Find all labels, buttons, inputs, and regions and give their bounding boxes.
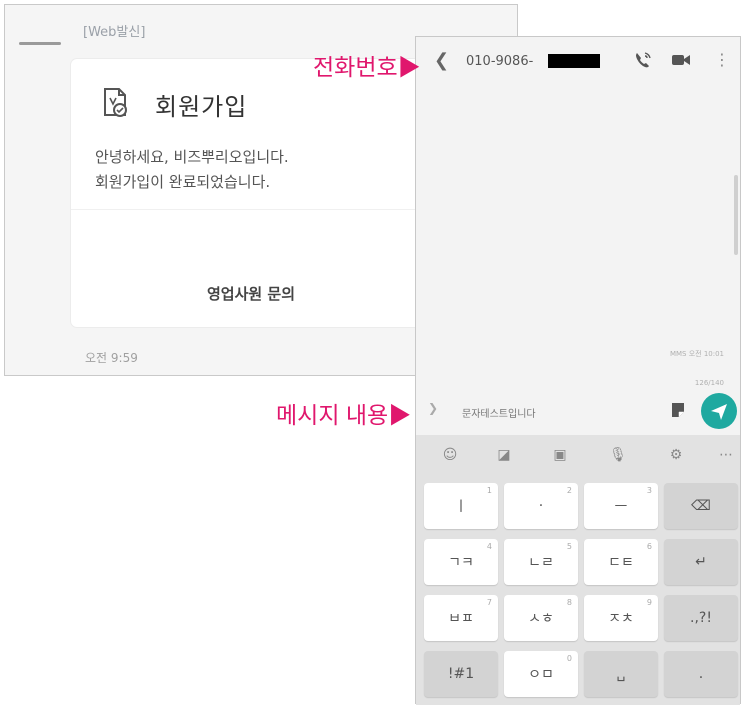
keyboard-more-icon[interactable]: ⋯ <box>716 445 736 465</box>
sales-inquiry-button[interactable]: 영업사원 문의 <box>71 283 431 304</box>
key-0[interactable]: ㅇㅁ 0 <box>504 651 578 697</box>
mic-icon[interactable]: 🎙 <box>608 445 628 465</box>
symbols-key[interactable]: !#1 <box>424 651 498 697</box>
period-key[interactable]: . <box>664 651 738 697</box>
key-3[interactable]: ㅡ3 <box>584 483 658 529</box>
message-bubble: 회원가입 안녕하세요, 비즈뿌리오입니다. 회원가입이 완료되었습니다. 영업사… <box>71 59 431 327</box>
space-key[interactable]: ␣ <box>584 651 658 697</box>
key-8[interactable]: ㅅㅎ 8 <box>504 595 578 641</box>
sticker-icon[interactable] <box>670 401 686 419</box>
message-content-annotation: 메시지 내용▶ <box>276 402 412 428</box>
message-input[interactable] <box>462 395 662 429</box>
chat-area: MMS 오전 10:01 126/140 <box>416 85 740 387</box>
bubble-divider <box>71 209 431 210</box>
scrollbar[interactable] <box>734 175 738 255</box>
message-title: 회원가입 <box>155 93 248 121</box>
enter-key[interactable]: ↵ <box>664 539 738 585</box>
keyboard: ☺ ◪ ▣ 🎙 ⚙ ⋯ ㅣ1 · 2 ㅡ3 ⌫ ㄱㅋ 4 ㄴㄹ 5 ㄷㅌ 6 ↵ ㅂㅍ 7… <box>416 435 740 705</box>
message-body: 안녕하세요, 비즈뿌리오입니다. 회원가입이 완료되었습니다. <box>95 148 289 191</box>
video-call-icon[interactable] <box>672 53 690 67</box>
sent-status: MMS 오전 10:01 <box>669 350 724 358</box>
message-time: 오전 9:59 <box>85 351 138 365</box>
phone-screen: ❮ 010-9086- ⋮ MMS 오전 10:01 126/140 ❯ 문자테… <box>415 36 741 705</box>
phone-number-annotation: 전화번호▶ <box>313 54 421 80</box>
settings-icon[interactable]: ⚙ <box>666 445 686 465</box>
key-1[interactable]: ㅣ1 <box>424 483 498 529</box>
web-sender-label: [Web발신] <box>83 25 146 40</box>
punctuation-key[interactable]: .,?! <box>664 595 738 641</box>
send-icon <box>711 404 727 420</box>
back-icon[interactable]: ❮ <box>434 51 449 71</box>
sticker-toolbar-icon[interactable]: ◪ <box>494 445 514 465</box>
redacted-number-block <box>548 54 600 68</box>
message-composer: ❯ <box>416 387 740 437</box>
document-check-icon <box>104 88 127 117</box>
key-5[interactable]: ㄴㄹ 5 <box>504 539 578 585</box>
key-6[interactable]: ㄷㅌ 6 <box>584 539 658 585</box>
character-count: 126/140 <box>694 379 724 387</box>
send-button[interactable] <box>701 393 737 429</box>
key-2[interactable]: · 2 <box>504 483 578 529</box>
recipient-phone-number: 010-9086- <box>466 54 534 69</box>
keyboard-toolbar: ☺ ◪ ▣ 🎙 ⚙ ⋯ <box>416 435 740 475</box>
key-7[interactable]: ㅂㅍ 7 <box>424 595 498 641</box>
more-options-icon[interactable]: ⋮ <box>714 50 730 69</box>
backspace-key[interactable]: ⌫ <box>664 483 738 529</box>
key-4[interactable]: ㄱㅋ 4 <box>424 539 498 585</box>
conversation-header: ❮ 010-9086- ⋮ <box>416 37 740 85</box>
phone-call-icon[interactable] <box>634 51 652 69</box>
sender-name-bar <box>19 42 61 45</box>
gif-icon[interactable]: ▣ <box>550 445 570 465</box>
key-9[interactable]: ㅈㅊ 9 <box>584 595 658 641</box>
expand-chevron-icon[interactable]: ❯ <box>428 401 438 415</box>
emoji-icon[interactable]: ☺ <box>440 445 460 465</box>
